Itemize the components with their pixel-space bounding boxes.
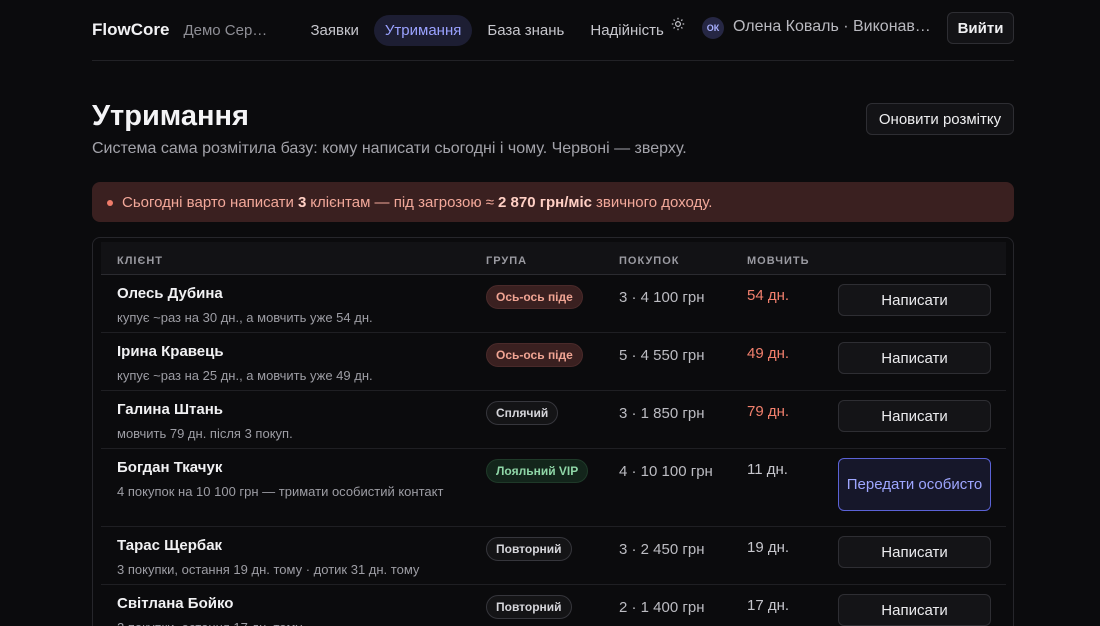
alert-amount: 2 870 грн/міс [498,193,592,211]
silent-days: 54 дн. [747,287,790,304]
nav-tab-requests[interactable]: Заявки [299,15,369,46]
col-header-purchases: ПОКУПОК [619,255,680,267]
theme-toggle-sun-icon[interactable] [666,12,690,36]
alert-count: 3 [297,193,307,211]
logout-button[interactable]: Вийти [947,12,1014,44]
table-row: Галина Штань мовчить 79 дн. після 3 поку… [101,391,1006,449]
col-header-client: КЛІЄНТ [117,255,163,267]
nav-tab-reliability[interactable]: Надійність [579,15,674,46]
group-badge: Повторний [486,595,572,619]
group-badge: Лояльний VIP [486,459,589,483]
write-button[interactable]: Написати [838,342,991,374]
hand-over-personally-button[interactable]: Передати особисто [838,458,991,511]
silent-days: 17 дн. [747,597,790,614]
col-header-silent: МОВЧИТЬ [747,255,810,267]
group-badge: Повторний [486,537,572,561]
write-button[interactable]: Написати [838,536,991,568]
alert-middle: клієнтам — під загрозою ≈ [310,193,495,211]
write-button[interactable]: Написати [838,594,991,626]
purchases-value: 3 · 4 100 грн [619,289,705,306]
table-row: Тарас Щербак 3 покупки, остання 19 дн. т… [101,527,1006,585]
write-button[interactable]: Написати [838,284,991,316]
client-name: Світлана Бойко [117,595,234,612]
client-name: Тарас Щербак [117,537,223,554]
client-name: Ірина Кравець [117,343,224,360]
group-badge: Ось-ось піде [486,343,583,367]
client-note: купує ~раз на 30 дн., а мовчить уже 54 д… [117,310,373,325]
client-note: 2 покупки, остання 17 дн. тому [117,618,447,626]
user-name-role: Олена Коваль · Виконавець [733,18,933,35]
client-name: Богдан Ткачук [117,459,223,476]
page-subtitle: Система сама розмітила базу: кому написа… [92,140,687,157]
group-badge: Сплячий [486,401,559,425]
purchases-value: 3 · 2 450 грн [619,541,705,558]
silent-days: 19 дн. [747,539,790,556]
alert-dot-icon [107,200,113,206]
table-row: Богдан Ткачук 4 покупок на 10 100 грн — … [101,449,1006,527]
main-nav: Заявки Утримання База знань Надійність [299,14,674,46]
purchases-value: 2 · 1 400 грн [619,599,705,616]
workspace-name[interactable]: Демо Сервіс [183,22,269,39]
col-header-group: ГРУПА [486,255,528,267]
table-row: Олесь Дубина купує ~раз на 30 дн., а мов… [101,275,1006,333]
purchases-value: 5 · 4 550 грн [619,347,705,364]
silent-days: 11 дн. [747,461,788,478]
brand-logo[interactable]: FlowCore [92,20,169,40]
write-button[interactable]: Написати [838,400,991,432]
client-name: Олесь Дубина [117,285,223,302]
client-note: 4 покупок на 10 100 грн — тримати особис… [117,484,444,499]
table-row: Світлана Бойко 2 покупки, остання 17 дн.… [101,585,1006,626]
clients-table: КЛІЄНТ ГРУПА ПОКУПОК МОВЧИТЬ Олесь Дубин… [92,237,1014,626]
alert-prefix: Сьогодні варто написати [122,193,294,211]
silent-days: 49 дн. [747,345,790,362]
table-header: КЛІЄНТ ГРУПА ПОКУПОК МОВЧИТЬ [101,242,1006,275]
client-name: Галина Штань [117,401,224,418]
table-row: Ірина Кравець купує ~раз на 25 дн., а мо… [101,333,1006,391]
at-risk-alert-banner: Сьогодні варто написати 3 клієнтам — під… [92,182,1014,222]
page-title: Утримання [92,100,249,132]
alert-suffix: звичного доходу. [595,193,713,211]
refresh-markup-button[interactable]: Оновити розмітку [866,103,1014,135]
nav-tab-retention[interactable]: Утримання [373,14,473,46]
nav-tab-knowledge-base[interactable]: База знань [476,15,575,46]
purchases-value: 4 · 10 100 грн [619,463,713,480]
group-badge: Ось-ось піде [486,285,583,309]
purchases-value: 3 · 1 850 грн [619,405,705,422]
client-note: купує ~раз на 25 дн., а мовчить уже 49 д… [117,368,373,383]
client-note: мовчить 79 дн. після 3 покуп. [117,426,293,441]
user-avatar[interactable]: ОК [702,17,724,39]
silent-days: 79 дн. [747,403,790,420]
client-note: 3 покупки, остання 19 дн. тому · дотик 3… [117,562,420,577]
